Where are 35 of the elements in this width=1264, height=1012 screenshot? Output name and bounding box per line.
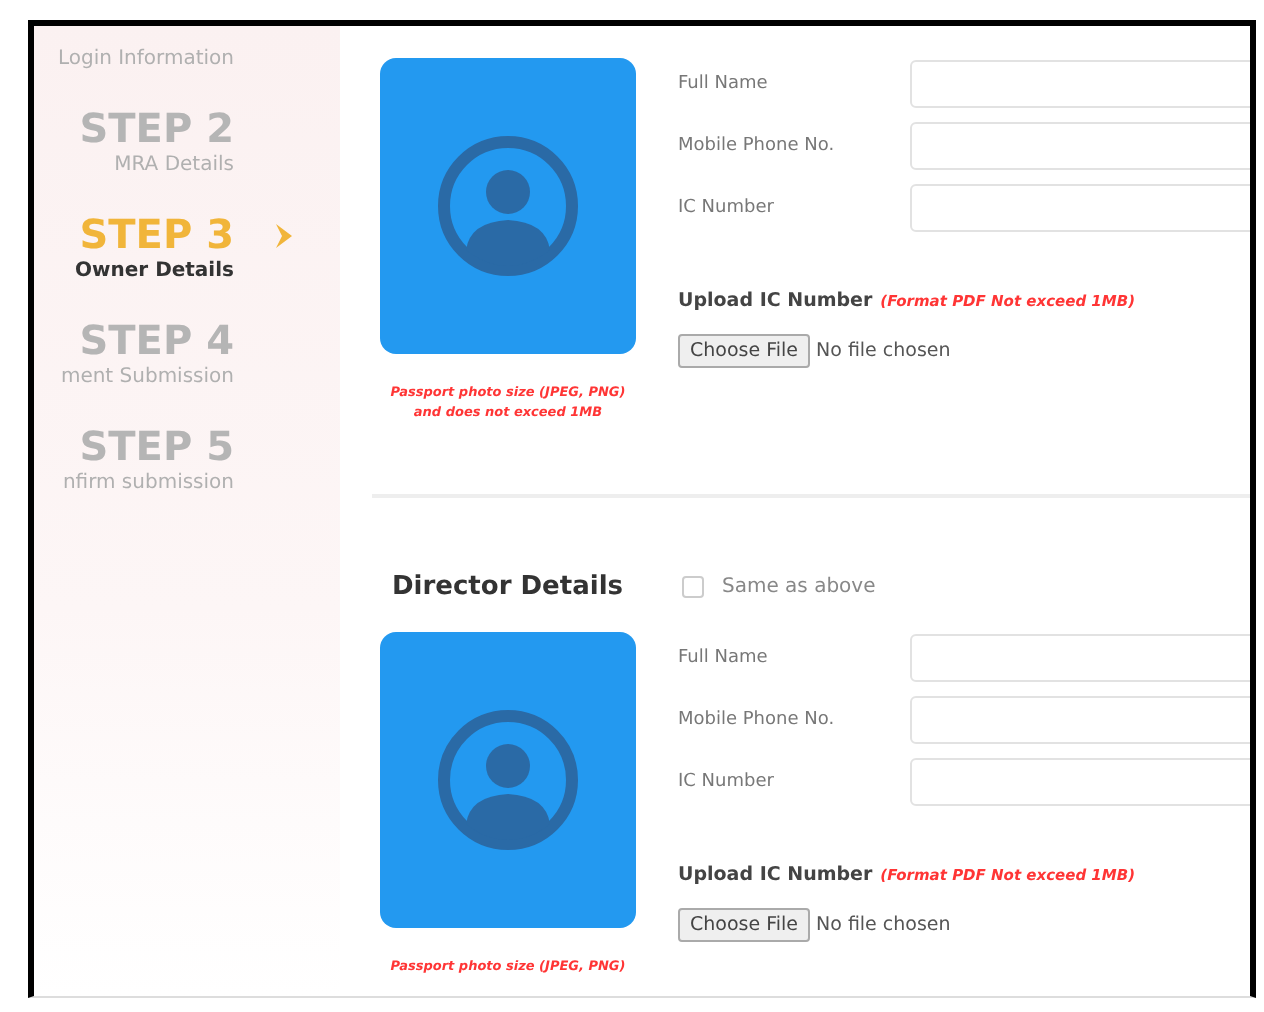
file-status: No file chosen — [816, 914, 951, 936]
step-label[interactable]: MRA Details — [114, 152, 234, 180]
step-label[interactable]: Owner Details — [75, 258, 234, 286]
person-icon — [436, 708, 580, 852]
step-number[interactable]: STEP 4 — [79, 316, 234, 364]
upload-label: Upload IC Number — [678, 290, 873, 312]
input-field[interactable] — [910, 634, 1250, 682]
field-label: Mobile Phone No. — [678, 710, 837, 730]
step-number[interactable]: STEP 2 — [79, 104, 234, 152]
step-number[interactable]: STEP 3 — [79, 210, 234, 258]
step-label[interactable]: ment Submission — [60, 364, 234, 392]
photo-placeholder[interactable] — [380, 58, 636, 354]
step-label[interactable]: nfirm submission — [62, 470, 234, 498]
field-label: Full Name — [678, 648, 770, 668]
section-title: Director Details — [392, 572, 626, 602]
input-field[interactable] — [910, 184, 1250, 232]
field-label: IC Number — [678, 772, 776, 792]
input-field[interactable] — [910, 122, 1250, 170]
step-label[interactable]: Login Information — [57, 46, 234, 74]
input-field[interactable] — [910, 758, 1250, 806]
photo-placeholder[interactable] — [380, 632, 636, 928]
file-status: No file chosen — [816, 340, 951, 362]
checkbox-label: Same as above — [722, 576, 876, 598]
chevron-icon — [274, 222, 294, 250]
field-label: Full Name — [678, 74, 770, 94]
field-label: Mobile Phone No. — [678, 136, 837, 156]
field-label: IC Number — [678, 198, 776, 218]
person-icon — [436, 134, 580, 278]
choose-file-button[interactable]: Choose File — [678, 334, 810, 368]
input-field[interactable] — [910, 60, 1250, 108]
step-number[interactable]: STEP 5 — [79, 422, 234, 470]
upload-label: Upload IC Number — [678, 864, 873, 886]
input-field[interactable] — [910, 696, 1250, 744]
checkbox[interactable] — [682, 576, 704, 598]
choose-file-button[interactable]: Choose File — [678, 908, 810, 942]
